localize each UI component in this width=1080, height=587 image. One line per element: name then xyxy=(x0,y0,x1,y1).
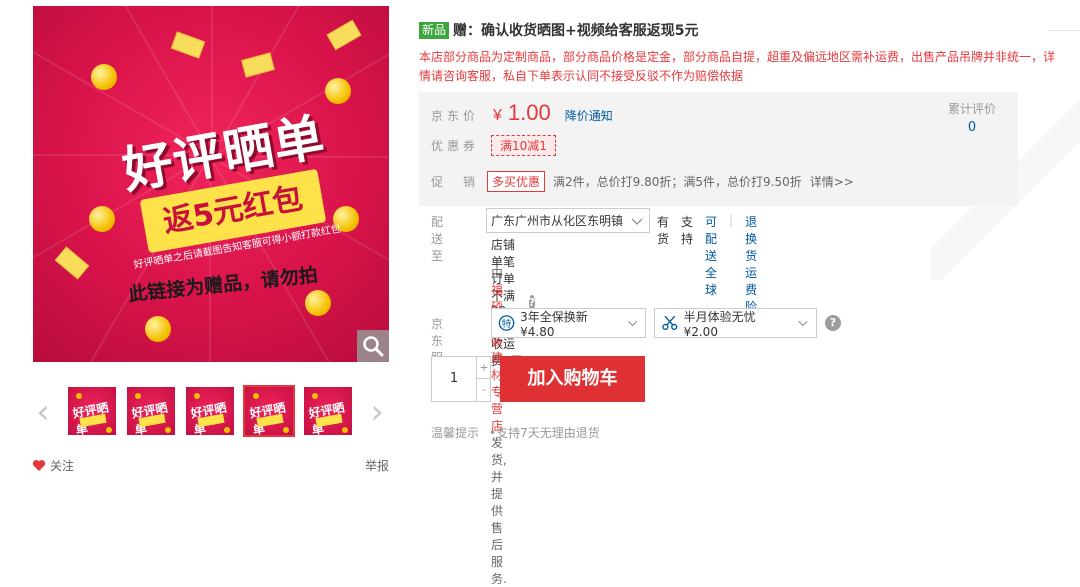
service-option-1-label: 3年全保换新 ¥4.80 xyxy=(520,309,588,339)
service-option-trial[interactable]: 半月体验无忧 ¥2.00 xyxy=(654,308,817,339)
warranty-badge-icon: 特 xyxy=(498,315,515,331)
promo-label: 促 销 xyxy=(431,175,480,189)
thumbnail-1[interactable]: 好评晒单 xyxy=(66,385,118,437)
store-notice: 本店部分商品为定制商品，部分商品价格是定金，部分商品自提，超重及偏远地区需补运费… xyxy=(419,50,1056,83)
gold-coin-decoration xyxy=(305,290,331,316)
address-value: 广东广州市从化区东明镇 xyxy=(491,214,624,228)
gold-coin-decoration xyxy=(91,64,117,90)
price-row: 京东价 ¥1.00 降价通知 xyxy=(431,100,613,126)
return-insurance-link[interactable]: 退换货运费险 xyxy=(745,213,757,315)
thumbnail-2[interactable]: 好评晒单 xyxy=(125,385,177,437)
stock-status: 有货 xyxy=(657,215,670,246)
paper-bill-decoration xyxy=(170,31,206,59)
magnifier-icon xyxy=(363,336,384,357)
svg-text:特: 特 xyxy=(502,318,512,330)
thumbnail-5[interactable]: 好评晒单 xyxy=(302,385,354,437)
gold-coin-decoration xyxy=(89,206,115,232)
delivery-label: 配送至 xyxy=(431,215,448,263)
currency-symbol: ¥ xyxy=(493,107,502,124)
seller-suffix: 发货, 并提供售后服务. xyxy=(491,436,507,586)
price-panel: 京东价 ¥1.00 降价通知 累计评价 0 优惠券 满10减1 促 销 多买优惠… xyxy=(419,92,1018,206)
chevron-down-icon xyxy=(798,320,808,327)
coupon-badge[interactable]: 满10减1 xyxy=(491,135,556,156)
review-count: 0 xyxy=(967,120,977,135)
paper-bill-decoration xyxy=(54,246,90,280)
promo-description: 满2件，总价打9.80折；满5件，总价打9.50折 xyxy=(553,175,802,189)
divider xyxy=(1048,30,1080,31)
main-product-image[interactable]: 好评晒单 返5元红包 好评晒单之后请截图告知客服可得小额打款红包 此链接为赠品，… xyxy=(33,6,389,362)
review-label: 累计评价 xyxy=(947,102,996,116)
seller-prefix: 由 xyxy=(491,266,504,280)
chevron-down-icon xyxy=(627,320,637,327)
service-option-warranty[interactable]: 特 3年全保换新 ¥4.80 xyxy=(491,308,646,339)
report-link[interactable]: 举报 xyxy=(365,457,389,474)
gold-coin-decoration xyxy=(145,316,171,342)
add-to-cart-button[interactable]: 加入购物车 xyxy=(500,356,645,402)
tips-label: 温馨提示 xyxy=(431,426,480,440)
product-title-row: 新品 赠：确认收货晒图+视频给客服返现5元 xyxy=(419,20,699,40)
review-summary[interactable]: 累计评价 0 xyxy=(948,100,996,135)
promo-tag: 多买优惠 xyxy=(487,171,546,192)
price-label: 京东价 xyxy=(431,109,480,123)
address-select[interactable]: 广东广州市从化区东明镇 xyxy=(486,208,650,233)
tip-item: •支持7天无理由退货 xyxy=(489,426,600,440)
quantity-input[interactable]: 1 xyxy=(432,357,476,401)
global-delivery-link[interactable]: 可配送全球 xyxy=(705,213,717,315)
thumb-prev-arrow[interactable]: ‹ xyxy=(32,392,54,432)
scissors-icon xyxy=(662,315,678,331)
price-amount: 1.00 xyxy=(507,100,551,125)
price-drop-notify-link[interactable]: 降价通知 xyxy=(565,107,613,124)
tips-row: 温馨提示 •支持7天无理由退货 xyxy=(431,424,600,441)
price-value: ¥1.00 xyxy=(493,100,551,126)
separator: | xyxy=(729,213,734,227)
service-option-2-label: 半月体验无忧 ¥2.00 xyxy=(683,309,756,339)
follow-label: 关注 xyxy=(50,459,75,473)
product-title: 赠：确认收货晒图+视频给客服返现5元 xyxy=(453,23,699,39)
stock-support-row: 有货 支持 可配送全球 | 退换货运费险 xyxy=(657,213,757,315)
thumbnail-4-active[interactable]: 好评晒单 xyxy=(243,385,295,437)
paper-bill-decoration xyxy=(326,19,362,51)
new-badge: 新品 xyxy=(419,21,450,39)
follow-button[interactable]: 关注 xyxy=(32,457,74,474)
paper-bill-decoration xyxy=(241,52,275,78)
coupon-label: 优惠券 xyxy=(431,139,480,153)
support-label: 支持 xyxy=(681,215,694,246)
chevron-down-icon xyxy=(631,218,643,225)
thumb-next-arrow[interactable]: › xyxy=(366,392,388,432)
quantity-decrease-button[interactable]: - xyxy=(476,379,491,401)
quantity-increase-button[interactable]: + xyxy=(476,357,491,379)
thumbnail-3[interactable]: 好评晒单 xyxy=(184,385,236,437)
heart-icon xyxy=(32,460,46,471)
promotion-row: 促 销 多买优惠 满2件，总价打9.80折；满5件，总价打9.50折 详情>> xyxy=(431,171,854,192)
zoom-button[interactable] xyxy=(357,330,389,362)
promo-detail-link[interactable]: 详情>> xyxy=(810,173,854,190)
quantity-stepper: 1 + - xyxy=(431,356,491,402)
question-icon[interactable]: ? xyxy=(825,315,841,331)
coupon-row: 优惠券 满10减1 xyxy=(431,135,556,156)
